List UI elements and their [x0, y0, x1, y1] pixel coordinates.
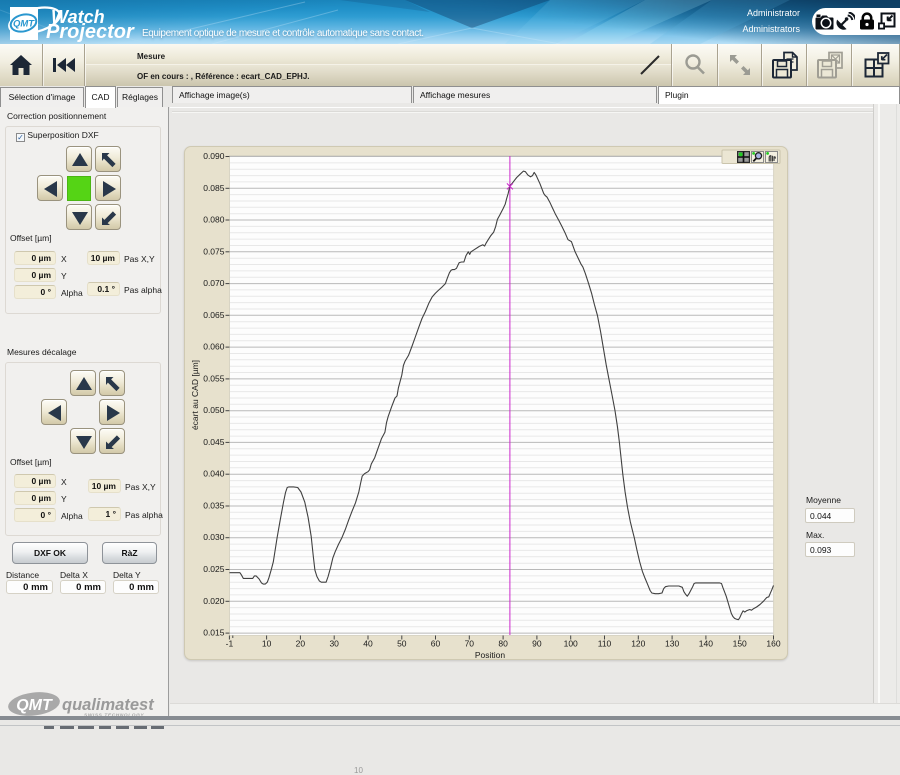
svg-text:150: 150 [733, 639, 747, 649]
svg-text:70: 70 [465, 639, 475, 649]
svg-text:Position: Position [475, 650, 506, 660]
svg-text:0.060: 0.060 [203, 342, 225, 352]
svg-text:100: 100 [564, 639, 578, 649]
svg-text:0.090: 0.090 [203, 151, 225, 161]
svg-text:0.040: 0.040 [203, 469, 225, 479]
svg-text:110: 110 [598, 639, 612, 649]
svg-text:0.080: 0.080 [203, 215, 225, 225]
svg-text:90: 90 [532, 639, 542, 649]
svg-text:20: 20 [296, 639, 306, 649]
svg-text:-1: -1 [226, 639, 234, 649]
svg-text:50: 50 [397, 639, 407, 649]
svg-text:0.030: 0.030 [203, 532, 225, 542]
svg-text:0.045: 0.045 [203, 437, 225, 447]
svg-text:0.055: 0.055 [203, 373, 225, 383]
svg-text:0.050: 0.050 [203, 405, 225, 415]
svg-text:0.070: 0.070 [203, 278, 225, 288]
svg-text:40: 40 [363, 639, 373, 649]
svg-text:0.025: 0.025 [203, 564, 225, 574]
svg-text:écart au CAD [µm]: écart au CAD [µm] [190, 360, 200, 430]
svg-text:QMT: QMT [16, 697, 53, 714]
svg-text:0.020: 0.020 [203, 596, 225, 606]
svg-text:0.085: 0.085 [203, 183, 225, 193]
svg-text:10: 10 [262, 639, 272, 649]
svg-text:120: 120 [631, 639, 645, 649]
svg-text:0.075: 0.075 [203, 246, 225, 256]
svg-text:130: 130 [665, 639, 679, 649]
svg-text:80: 80 [498, 639, 508, 649]
svg-text:0.065: 0.065 [203, 310, 225, 320]
svg-text:160: 160 [766, 639, 780, 649]
svg-text:60: 60 [431, 639, 441, 649]
svg-text:0.015: 0.015 [203, 628, 225, 638]
svg-text:0.035: 0.035 [203, 501, 225, 511]
svg-text:qualimatest: qualimatest [62, 696, 155, 714]
svg-text:140: 140 [699, 639, 713, 649]
svg-text:QMT: QMT [13, 19, 35, 30]
svg-text:30: 30 [329, 639, 339, 649]
